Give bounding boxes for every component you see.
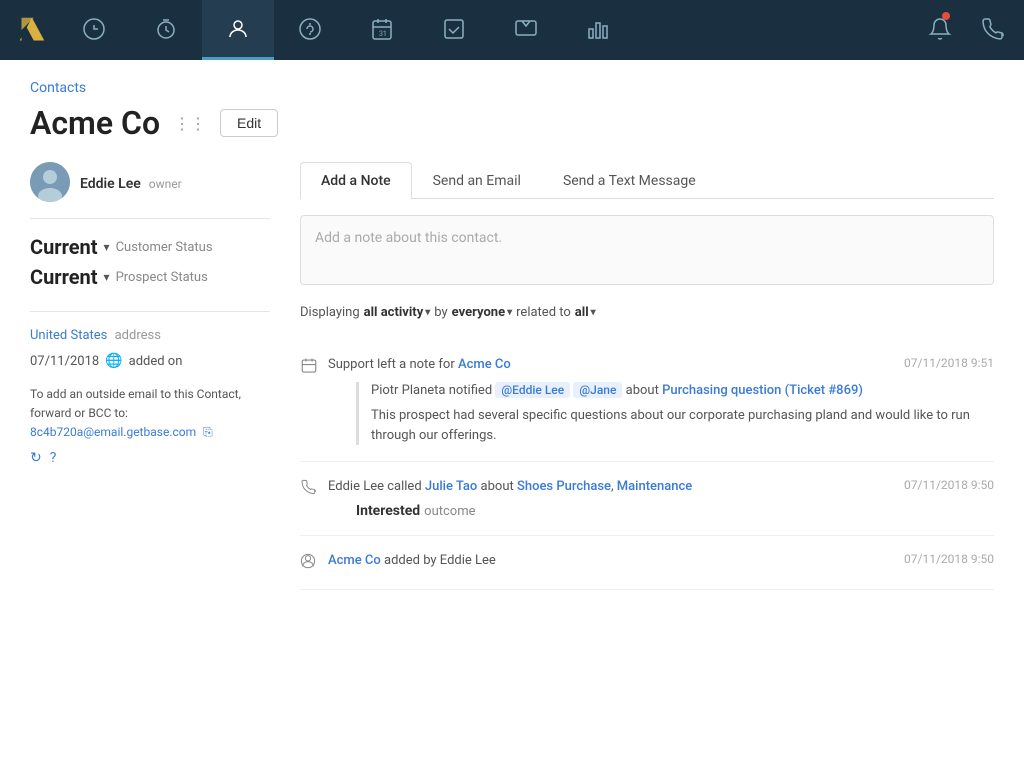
julie-tao-link[interactable]: Julie Tao	[425, 479, 477, 494]
filter-activity-type[interactable]: all activity ▾	[364, 305, 431, 320]
customer-status-value: Current	[30, 235, 98, 259]
mention-jane: @Jane	[573, 382, 622, 398]
help-icon[interactable]: ?	[50, 447, 57, 469]
filter-by-label: by	[434, 305, 447, 320]
activity-2-time: 07/11/2018 9:50	[904, 478, 994, 492]
tab-note[interactable]: Add a Note	[300, 162, 412, 199]
activity-filter: Displaying all activity ▾ by everyone ▾ …	[300, 305, 994, 320]
tabs: Add a Note Send an Email Send a Text Mes…	[300, 162, 994, 199]
prospect-status-arrow[interactable]: ▾	[104, 270, 110, 284]
edit-button[interactable]: Edit	[220, 109, 278, 137]
owner-info: Eddie Lee owner	[80, 173, 182, 192]
ticket-link[interactable]: Purchasing question (Ticket #869)	[662, 383, 863, 398]
nav-item-tasks[interactable]	[418, 0, 490, 60]
address-row: United States address	[30, 328, 270, 343]
activity-1-header: Support left a note for Acme Co	[328, 356, 511, 374]
bcc-section: To add an outside email to this Contact,…	[30, 385, 270, 469]
nav-item-contacts[interactable]	[202, 0, 274, 60]
copy-icon[interactable]: ⎘	[203, 425, 213, 439]
page: Contacts Acme Co ⋮⋮ Edit Eddie Lee owner	[0, 60, 1024, 768]
tab-text[interactable]: Send a Text Message	[542, 162, 717, 199]
activity-3-header: Acme Co added by Eddie Lee	[328, 552, 496, 570]
customer-status-arrow[interactable]: ▾	[104, 240, 110, 254]
added-date: 07/11/2018	[30, 354, 99, 369]
main-panel: Add a Note Send an Email Send a Text Mes…	[300, 162, 994, 590]
prospect-status-value: Current	[30, 265, 98, 289]
activity-note-icon	[300, 357, 320, 379]
nav-item-phone[interactable]	[970, 0, 1014, 60]
bcc-actions: ↻ ?	[30, 447, 270, 469]
nav-items: 31	[58, 0, 918, 60]
activity-item-note: Support left a note for Acme Co 07/11/20…	[300, 340, 994, 462]
nav-item-timer[interactable]	[130, 0, 202, 60]
logo[interactable]	[10, 0, 54, 60]
date-row: 07/11/2018 🌐 added on	[30, 353, 270, 369]
breadcrumb[interactable]: Contacts	[30, 80, 994, 96]
acme-co-link-1[interactable]: Acme Co	[458, 357, 511, 372]
nav-item-deals[interactable]	[274, 0, 346, 60]
maintenance-link[interactable]: Maintenance	[617, 479, 692, 494]
nav-item-calendar[interactable]: 31	[346, 0, 418, 60]
address-label: address	[115, 328, 161, 343]
filter-by-value[interactable]: everyone ▾	[452, 305, 512, 320]
nav-item-messages[interactable]	[490, 0, 562, 60]
activity-3-time: 07/11/2018 9:50	[904, 552, 994, 566]
activity-row-2: Eddie Lee called Julie Tao about Shoes P…	[300, 478, 994, 518]
filter-prefix: Displaying	[300, 305, 360, 320]
owner-name: Eddie Lee	[80, 176, 141, 192]
acme-co-link-2[interactable]: Acme Co	[328, 553, 381, 568]
owner-role: owner	[149, 177, 182, 191]
nav-item-dashboard[interactable]	[58, 0, 130, 60]
address-section: United States address 07/11/2018 🌐 added…	[30, 328, 270, 369]
prospect-status-label: Prospect Status	[116, 270, 208, 285]
page-header: Acme Co ⋮⋮ Edit	[30, 104, 994, 142]
added-label: added on	[129, 354, 183, 369]
nav-right	[918, 0, 1014, 60]
activity-item-call: Eddie Lee called Julie Tao about Shoes P…	[300, 462, 994, 535]
left-sidebar: Eddie Lee owner Current ▾ Customer Statu…	[30, 162, 270, 590]
content-area: Eddie Lee owner Current ▾ Customer Statu…	[30, 162, 994, 590]
activity-row-1: Support left a note for Acme Co 07/11/20…	[300, 356, 994, 445]
globe-icon: 🌐	[105, 353, 122, 369]
bcc-email[interactable]: 8c4b720a@email.getbase.com	[30, 425, 196, 439]
activity-contact-icon	[300, 553, 320, 573]
activity-item-contact: Acme Co added by Eddie Lee 07/11/2018 9:…	[300, 536, 994, 590]
page-title: Acme Co	[30, 104, 160, 142]
mention-eddie: @Eddie Lee	[495, 382, 570, 398]
activity-row-3: Acme Co added by Eddie Lee 07/11/2018 9:…	[300, 552, 994, 573]
note-input[interactable]: Add a note about this contact.	[300, 215, 994, 285]
avatar	[30, 162, 70, 202]
prospect-status-row: Current ▾ Prospect Status	[30, 265, 270, 289]
activity-1-body: Piotr Planeta notified @Eddie Lee @Jane …	[356, 382, 994, 445]
address-link[interactable]: United States	[30, 328, 107, 343]
customer-status-row: Current ▾ Customer Status	[30, 235, 270, 259]
activity-phone-icon	[300, 479, 320, 499]
customer-status-label: Customer Status	[116, 240, 213, 255]
nav-item-notifications[interactable]	[918, 0, 962, 60]
filter-related-value[interactable]: all ▾	[575, 305, 596, 320]
tab-email[interactable]: Send an Email	[412, 162, 542, 199]
activity-1-note-text: This prospect had several specific quest…	[371, 406, 994, 445]
activity-2-outcome: Interestedoutcome	[356, 503, 994, 519]
grid-icon[interactable]: ⋮⋮	[174, 114, 206, 133]
activity-2-header: Eddie Lee called Julie Tao about Shoes P…	[328, 478, 692, 496]
owner-row: Eddie Lee owner	[30, 162, 270, 219]
shoes-purchase-link[interactable]: Shoes Purchase	[517, 479, 611, 494]
refresh-icon[interactable]: ↻	[30, 447, 42, 469]
notification-badge	[942, 12, 950, 20]
svg-text:31: 31	[379, 30, 387, 38]
activity-1-mention-row: Piotr Planeta notified @Eddie Lee @Jane …	[371, 382, 994, 400]
filter-related-label: related to	[516, 305, 571, 320]
activity-1-time: 07/11/2018 9:51	[904, 356, 994, 370]
bcc-intro: To add an outside email to this Contact,…	[30, 387, 241, 420]
status-section: Current ▾ Customer Status Current ▾ Pros…	[30, 235, 270, 312]
top-nav: 31	[0, 0, 1024, 60]
nav-item-reports[interactable]	[562, 0, 634, 60]
